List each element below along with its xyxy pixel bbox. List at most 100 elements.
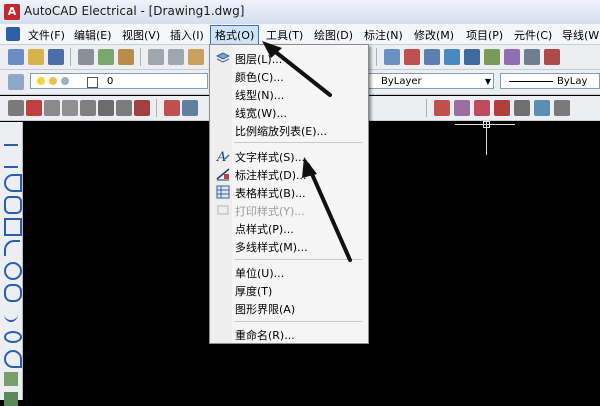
format-menu-drawing-limits[interactable]: 图形界限(A)	[210, 299, 366, 317]
pneumatic-icon[interactable]	[134, 100, 150, 116]
layer-manager-icon[interactable]	[8, 74, 24, 90]
arc-icon[interactable]	[4, 240, 20, 256]
print-icon[interactable]	[78, 49, 94, 65]
menu-draw[interactable]: 绘图(D)	[314, 27, 353, 43]
rectangle-icon[interactable]	[4, 218, 22, 236]
format-menu-lineweight[interactable]: 线宽(W)...	[210, 103, 366, 121]
format-menu-units[interactable]: 单位(U)...	[210, 263, 366, 281]
signal-arrow-icon[interactable]	[98, 100, 114, 116]
menu-tools[interactable]: 工具(T)	[266, 27, 303, 43]
color-dropdown[interactable]: ByLayer ▼	[366, 73, 494, 89]
format-menu-linetype[interactable]: 线型(N)...	[210, 85, 366, 103]
audit-icon[interactable]	[534, 100, 550, 116]
pickbox-cursor	[483, 121, 490, 128]
toolbar-separator	[140, 48, 141, 66]
reports-icon[interactable]	[474, 100, 490, 116]
menu-components[interactable]: 元件(C)	[514, 27, 552, 43]
table-style-icon	[216, 185, 230, 199]
copy-component-icon[interactable]	[182, 100, 198, 116]
polygon-icon[interactable]	[4, 196, 22, 214]
new-icon[interactable]	[8, 49, 24, 65]
format-menu-linetype-label: 线型(N)...	[235, 89, 285, 102]
zoom-icon[interactable]	[384, 49, 400, 65]
paste-icon[interactable]	[188, 49, 204, 65]
format-menu-multiline-style-label: 多线样式(M)...	[235, 241, 308, 254]
linetype-current-value: ByLay	[557, 76, 588, 87]
document-icon[interactable]	[6, 27, 20, 41]
revision-cloud-icon[interactable]	[4, 284, 22, 302]
format-menu-rename[interactable]: 重命名(R)...	[210, 325, 366, 343]
menu-dimension[interactable]: 标注(N)	[364, 27, 403, 43]
menu-view[interactable]: 视图(V)	[122, 27, 160, 43]
edit-component-icon[interactable]	[164, 100, 180, 116]
signal-icon[interactable]	[514, 100, 530, 116]
insert-block-icon[interactable]	[4, 372, 18, 386]
linetype-preview-icon	[509, 81, 553, 82]
format-menu-layer[interactable]: 图层(L)...	[210, 49, 366, 67]
help-icon[interactable]	[544, 49, 560, 65]
cut-icon[interactable]	[148, 49, 164, 65]
zoom-previous-icon[interactable]	[404, 49, 420, 65]
toolbar-separator	[426, 99, 427, 117]
ellipse-icon[interactable]	[4, 331, 22, 343]
properties-icon[interactable]	[424, 49, 440, 65]
publish-icon[interactable]	[118, 49, 134, 65]
spline-icon[interactable]	[4, 306, 18, 322]
menu-wires[interactable]: 导线(W	[562, 27, 599, 43]
ellipse-arc-icon[interactable]	[4, 350, 22, 368]
format-menu-point-style[interactable]: 点样式(P)...	[210, 219, 366, 237]
line-icon[interactable]	[4, 130, 18, 146]
wire-number-icon[interactable]	[80, 100, 96, 116]
design-center-icon[interactable]	[444, 49, 460, 65]
terminal-icon[interactable]	[116, 100, 132, 116]
format-menu-multiline-style[interactable]: 多线样式(M)...	[210, 237, 366, 255]
format-menu-text-style[interactable]: A 文字样式(S)...	[210, 147, 366, 165]
title-bar[interactable]: A AutoCAD Electrical - [Drawing1.dwg]	[0, 0, 600, 25]
circle-icon[interactable]	[4, 262, 22, 280]
layer-dropdown[interactable]: 0	[30, 73, 208, 89]
construction-line-icon[interactable]	[4, 152, 18, 168]
toolbar-separator	[156, 99, 157, 117]
save-icon[interactable]	[48, 49, 64, 65]
autocad-app-icon[interactable]: A	[4, 4, 20, 20]
menu-edit[interactable]: 编辑(E)	[74, 27, 112, 43]
menu-project[interactable]: 项目(P)	[466, 27, 503, 43]
sheet-set-icon[interactable]	[484, 49, 500, 65]
layers-icon	[215, 51, 231, 65]
ladder-icon[interactable]	[44, 100, 60, 116]
menu-format[interactable]: 格式(O)	[210, 25, 260, 45]
linetype-dropdown[interactable]: ByLay	[500, 73, 600, 89]
plc-icon[interactable]	[494, 100, 510, 116]
format-menu-plot-style: 打印样式(Y)...	[210, 201, 366, 219]
copy-icon[interactable]	[168, 49, 184, 65]
polyline-icon[interactable]	[4, 174, 22, 192]
tool-palettes-icon[interactable]	[464, 49, 480, 65]
format-menu-plot-style-label: 打印样式(Y)...	[235, 205, 305, 218]
plot-preview-icon[interactable]	[98, 49, 114, 65]
format-menu-table-style[interactable]: 表格样式(B)...	[210, 183, 366, 201]
menu-insert[interactable]: 插入(I)	[170, 27, 204, 43]
layer-on-icon	[37, 77, 45, 85]
format-menu-point-style-label: 点样式(P)...	[235, 223, 294, 236]
markup-icon[interactable]	[504, 49, 520, 65]
format-menu-color-label: 颜色(C)...	[235, 71, 284, 84]
cross-reference-icon[interactable]	[62, 100, 78, 116]
format-menu-scale-list[interactable]: 比例缩放列表(E)...	[210, 121, 366, 139]
open-icon[interactable]	[28, 49, 44, 65]
format-menu-dimension-style[interactable]: 标注样式(D)...	[210, 165, 366, 183]
wire-icon[interactable]	[8, 100, 24, 116]
menu-modify[interactable]: 修改(M)	[414, 27, 454, 43]
toolbar-separator	[70, 48, 71, 66]
menu-file[interactable]: 文件(F)	[28, 27, 65, 43]
footprint-icon[interactable]	[454, 100, 470, 116]
menu-separator	[234, 142, 362, 143]
calculator-icon[interactable]	[524, 49, 540, 65]
format-menu-dimension-style-label: 标注样式(D)...	[235, 169, 307, 182]
settings-icon[interactable]	[554, 100, 570, 116]
make-block-icon[interactable]	[4, 392, 18, 406]
layer-thaw-icon	[49, 77, 57, 85]
format-menu-color[interactable]: 颜色(C)...	[210, 67, 366, 85]
panel-layout-icon[interactable]	[434, 100, 450, 116]
insert-component-icon[interactable]	[26, 100, 42, 116]
format-menu-thickness[interactable]: 厚度(T)	[210, 281, 366, 299]
